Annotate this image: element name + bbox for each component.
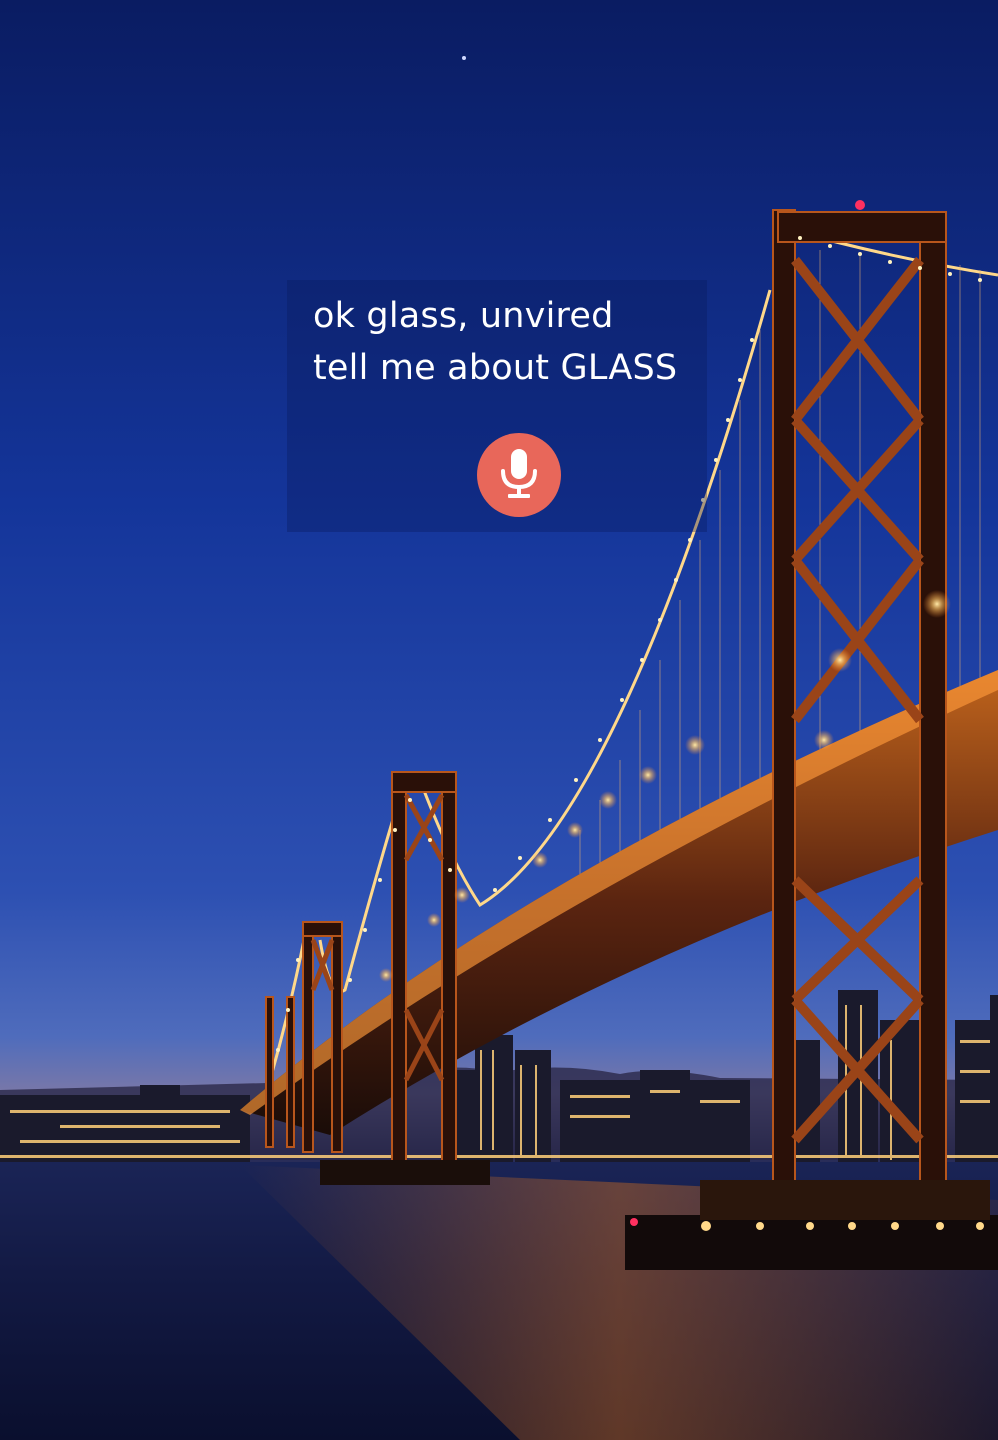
microphone-icon <box>501 449 537 498</box>
glass-voice-screen: ok glass, unvired tell me about GLASS <box>0 0 998 1440</box>
voice-prompt-line-1: ok glass, unvired <box>313 296 614 336</box>
bridge-background-image <box>0 0 998 1440</box>
microphone-button[interactable] <box>477 433 561 517</box>
voice-prompt-line-2: tell me about GLASS <box>313 348 678 388</box>
